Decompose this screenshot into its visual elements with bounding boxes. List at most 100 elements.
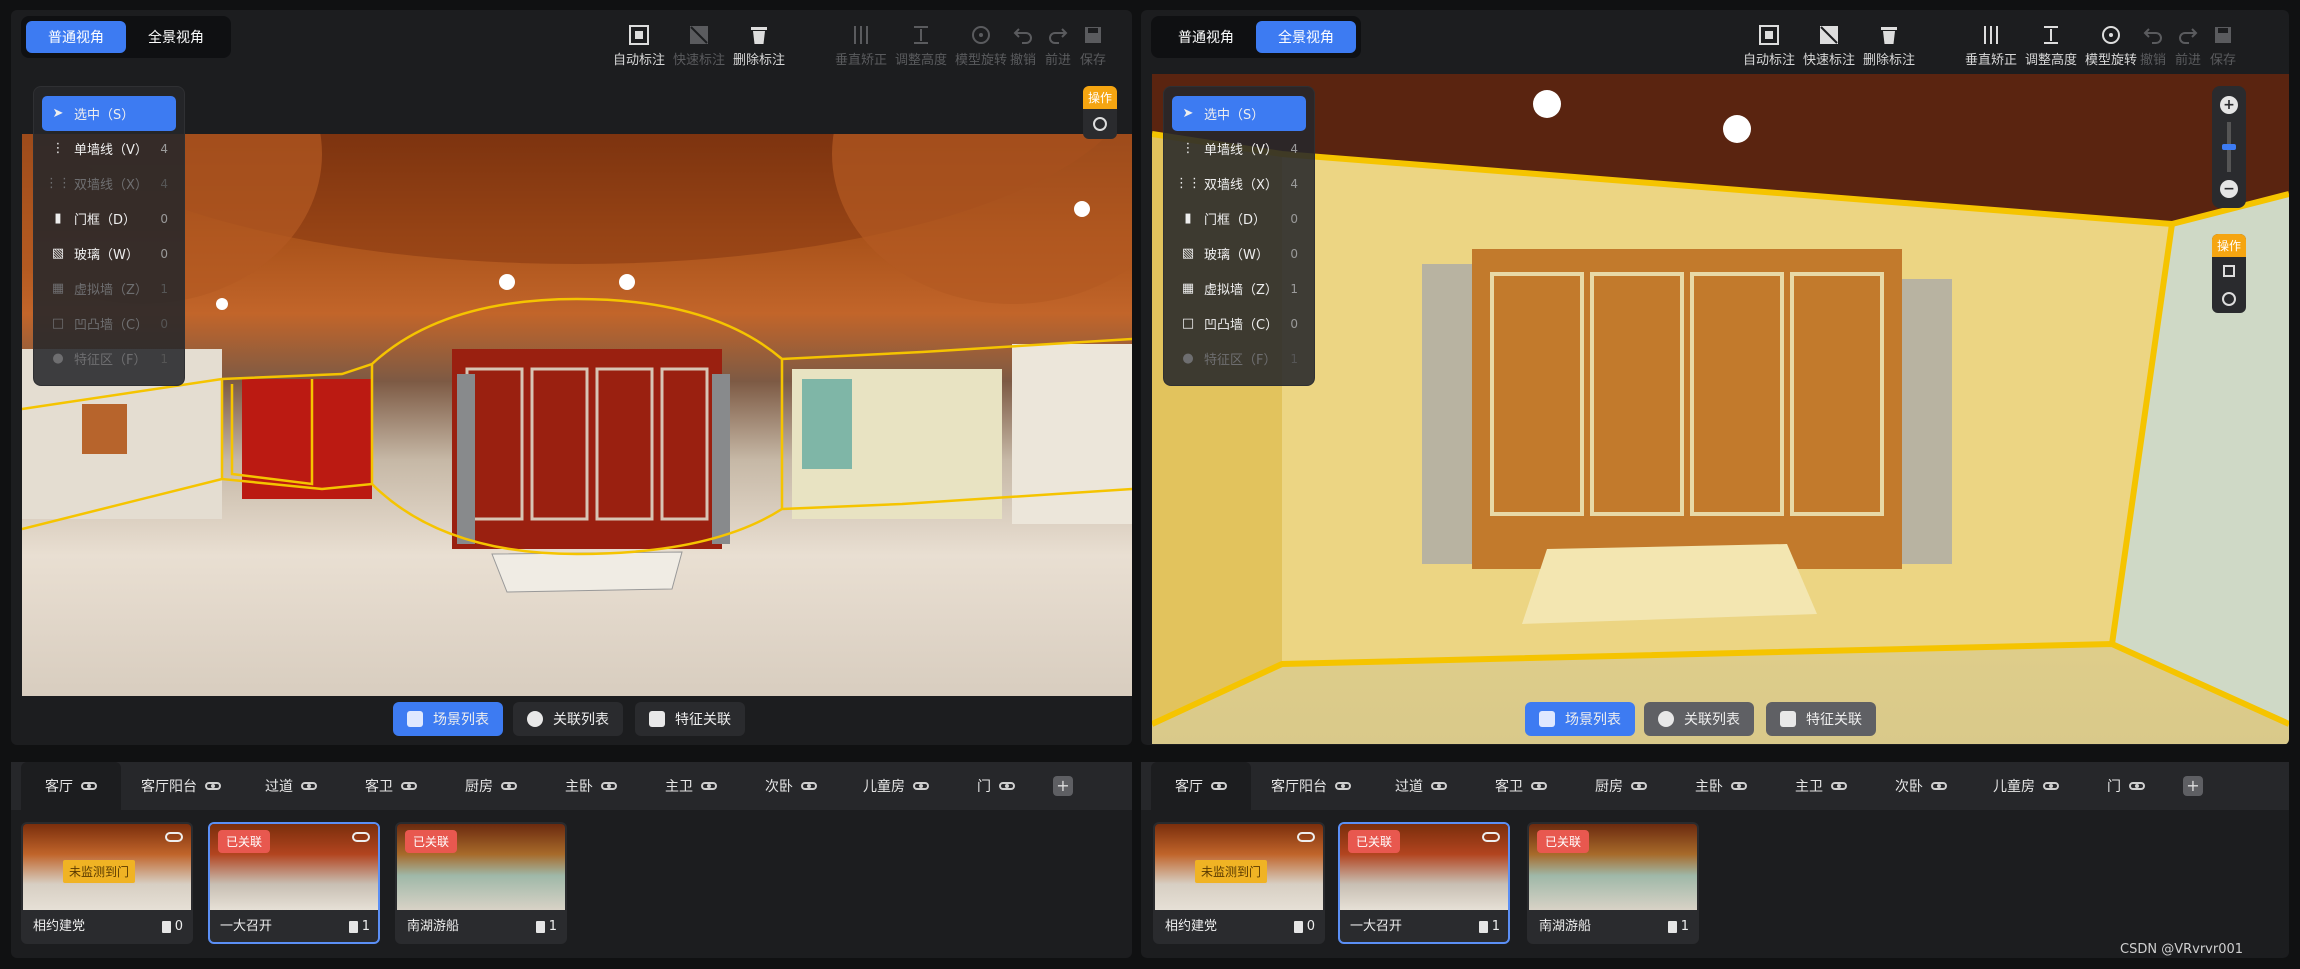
tool-double-wall[interactable]: ⋮⋮ 双墙线（X） 4 (1172, 166, 1306, 201)
zoom-slider-handle[interactable] (2222, 144, 2236, 150)
tool-glass[interactable]: ▧ 玻璃（W） 0 (42, 236, 176, 271)
tool-virtual-wall[interactable]: ▦ 虚拟墙（Z） 1 (1172, 271, 1306, 306)
tab-kids-room[interactable]: 儿童房 (841, 762, 951, 810)
tab-master-bath[interactable]: 主卫 (1771, 762, 1871, 810)
tab-kids-room[interactable]: 儿童房 (1971, 762, 2081, 810)
panorama-canvas[interactable] (22, 134, 1132, 696)
eye-icon[interactable] (913, 782, 929, 790)
tab-living-balcony[interactable]: 客厅阳台 (121, 762, 241, 810)
eye-icon[interactable] (165, 832, 183, 842)
undo-button[interactable]: 撤销 (2133, 24, 2173, 68)
eye-icon[interactable] (1335, 782, 1351, 790)
link-list-button[interactable]: 关联列表 (1644, 702, 1754, 736)
tab-living-room[interactable]: 客厅 (1151, 762, 1251, 810)
panorama-view-button[interactable]: 全景视角 (1256, 21, 1356, 53)
vertical-correct-button[interactable]: 垂直矫正 (1963, 24, 2019, 68)
model-canvas[interactable] (1152, 74, 2289, 744)
scene-card[interactable]: 已关联 南湖游船 1 (1527, 822, 1699, 944)
tab-kitchen[interactable]: 厨房 (441, 762, 541, 810)
tool-select[interactable]: ➤ 选中（S） (1172, 96, 1306, 131)
tab-guest-bath[interactable]: 客卫 (341, 762, 441, 810)
scene-card[interactable]: 未监测到门 相约建党 0 (21, 822, 193, 944)
tab-door[interactable]: 门 (951, 762, 1041, 810)
eye-icon[interactable] (205, 782, 221, 790)
panorama-view-button[interactable]: 全景视角 (126, 21, 226, 53)
eye-icon[interactable] (1211, 782, 1227, 790)
eye-icon[interactable] (81, 782, 97, 790)
tool-feature-area[interactable]: ● 特征区（F） 1 (1172, 341, 1306, 376)
tab-master-bath[interactable]: 主卫 (641, 762, 741, 810)
eye-icon[interactable] (999, 782, 1015, 790)
eye-icon[interactable] (1482, 832, 1500, 842)
add-room-button[interactable]: + (1053, 776, 1073, 796)
redo-button[interactable]: 前进 (1038, 24, 1078, 68)
tab-living-balcony[interactable]: 客厅阳台 (1251, 762, 1371, 810)
delete-mark-button[interactable]: 删除标注 (1861, 24, 1917, 68)
adjust-height-button[interactable]: 调整高度 (2023, 24, 2079, 68)
normal-view-button[interactable]: 普通视角 (26, 21, 126, 53)
adjust-height-button[interactable]: 调整高度 (893, 24, 949, 68)
tab-second-bedroom[interactable]: 次卧 (741, 762, 841, 810)
scene-card[interactable]: 已关联 一大召开 1 (208, 822, 380, 944)
tab-kitchen[interactable]: 厨房 (1571, 762, 1671, 810)
zoom-out-icon[interactable]: − (2220, 180, 2238, 198)
eye-icon[interactable] (301, 782, 317, 790)
eye-icon[interactable] (801, 782, 817, 790)
eye-icon[interactable] (1531, 782, 1547, 790)
tab-second-bedroom[interactable]: 次卧 (1871, 762, 1971, 810)
tab-living-room[interactable]: 客厅 (21, 762, 121, 810)
eye-icon[interactable] (2129, 782, 2145, 790)
tool-door-frame[interactable]: ▮ 门框（D） 0 (1172, 201, 1306, 236)
zoom-in-icon[interactable]: + (2220, 96, 2238, 114)
tool-single-wall[interactable]: ⋮ 单墙线（V） 4 (42, 131, 176, 166)
normal-view-button[interactable]: 普通视角 (1156, 21, 1256, 53)
undo-button[interactable]: 撤销 (1003, 24, 1043, 68)
tool-single-wall[interactable]: ⋮ 单墙线（V） 4 (1172, 131, 1306, 166)
tool-concave-wall[interactable]: □ 凹凸墙（C） 0 (1172, 306, 1306, 341)
save-button[interactable]: 保存 (2203, 24, 2243, 68)
add-room-button[interactable]: + (2183, 776, 2203, 796)
eye-icon[interactable] (701, 782, 717, 790)
feature-link-button[interactable]: 特征关联 (635, 702, 745, 736)
tool-select[interactable]: ➤ 选中（S） (42, 96, 176, 131)
fit-view-icon[interactable] (2212, 257, 2246, 285)
quick-mark-button[interactable]: 快速标注 (671, 24, 727, 68)
scene-card[interactable]: 已关联 南湖游船 1 (395, 822, 567, 944)
save-button[interactable]: 保存 (1073, 24, 1113, 68)
rotate-model-button[interactable]: 模型旋转 (953, 24, 1009, 68)
tab-guest-bath[interactable]: 客卫 (1471, 762, 1571, 810)
eye-icon[interactable] (401, 782, 417, 790)
toggle-view-icon[interactable] (1083, 109, 1117, 139)
tool-feature-area[interactable]: ● 特征区（F） 1 (42, 341, 176, 376)
delete-mark-button[interactable]: 删除标注 (731, 24, 787, 68)
rotate-model-button[interactable]: 模型旋转 (2083, 24, 2139, 68)
eye-icon[interactable] (1297, 832, 1315, 842)
quick-mark-button[interactable]: 快速标注 (1801, 24, 1857, 68)
eye-icon[interactable] (501, 782, 517, 790)
scene-card[interactable]: 已关联 一大召开 1 (1338, 822, 1510, 944)
eye-icon[interactable] (352, 832, 370, 842)
eye-icon[interactable] (601, 782, 617, 790)
vertical-correct-button[interactable]: 垂直矫正 (833, 24, 889, 68)
auto-mark-button[interactable]: 自动标注 (1741, 24, 1797, 68)
link-list-button[interactable]: 关联列表 (513, 702, 623, 736)
tool-double-wall[interactable]: ⋮⋮ 双墙线（X） 4 (42, 166, 176, 201)
tab-corridor[interactable]: 过道 (1371, 762, 1471, 810)
scene-list-button[interactable]: 场景列表 (1525, 702, 1635, 736)
tab-master-bedroom[interactable]: 主卧 (541, 762, 641, 810)
eye-icon[interactable] (1831, 782, 1847, 790)
scene-list-button[interactable]: 场景列表 (393, 702, 503, 736)
locate-icon[interactable] (2212, 285, 2246, 313)
redo-button[interactable]: 前进 (2168, 24, 2208, 68)
tool-virtual-wall[interactable]: ▦ 虚拟墙（Z） 1 (42, 271, 176, 306)
feature-link-button[interactable]: 特征关联 (1766, 702, 1876, 736)
tool-glass[interactable]: ▧ 玻璃（W） 0 (1172, 236, 1306, 271)
zoom-slider[interactable] (2222, 122, 2236, 172)
tab-master-bedroom[interactable]: 主卧 (1671, 762, 1771, 810)
eye-icon[interactable] (1431, 782, 1447, 790)
tab-corridor[interactable]: 过道 (241, 762, 341, 810)
tab-door[interactable]: 门 (2081, 762, 2171, 810)
eye-icon[interactable] (1631, 782, 1647, 790)
tool-door-frame[interactable]: ▮ 门框（D） 0 (42, 201, 176, 236)
tool-concave-wall[interactable]: □ 凹凸墙（C） 0 (42, 306, 176, 341)
